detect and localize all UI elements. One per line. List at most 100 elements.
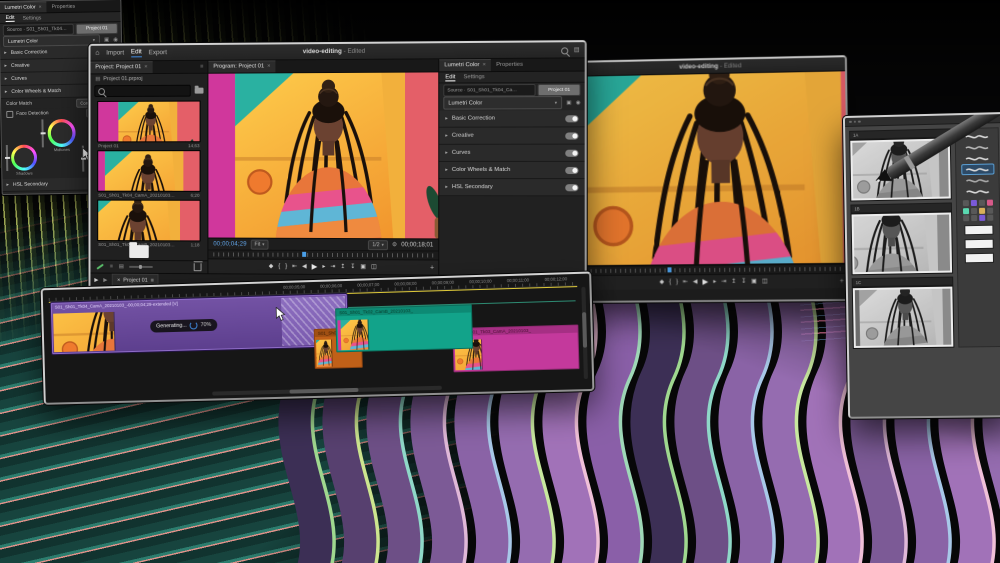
storyboard-frame[interactable] <box>852 286 955 349</box>
playhead-marker[interactable] <box>302 252 306 257</box>
playhead-marker[interactable] <box>668 267 672 272</box>
eye-icon[interactable]: ◉ <box>576 99 581 105</box>
tab-project[interactable]: Project: Project 01 × <box>90 61 152 73</box>
tab-lumetri-color[interactable]: Lumetri Color × <box>439 59 491 71</box>
subtab-edit[interactable]: Edit <box>6 15 15 22</box>
bin-folder-icon[interactable] <box>129 245 148 258</box>
thumbnail-size-slider[interactable] <box>130 266 153 268</box>
add-marker-button[interactable]: ◆ <box>269 264 274 270</box>
tool-icon[interactable] <box>979 215 985 221</box>
add-marker-button[interactable]: ◆ <box>659 279 664 285</box>
comparison-view-button[interactable]: ◫ <box>762 279 768 285</box>
project-file-row[interactable]: ▤ Project 01.prproj <box>90 74 207 85</box>
step-back-button[interactable]: ◀ <box>302 264 307 270</box>
subtab-edit[interactable]: Edit <box>445 74 455 81</box>
color-swatch[interactable] <box>964 253 993 264</box>
midtones-wheel[interactable] <box>47 119 75 147</box>
panel-menu-icon[interactable]: ≡ <box>151 277 154 283</box>
play-button[interactable]: ▶ <box>702 278 708 286</box>
zoom-level-dropdown[interactable]: Fit▾ <box>251 239 269 249</box>
close-icon[interactable]: × <box>117 277 120 283</box>
tool-icon[interactable] <box>971 215 977 221</box>
step-back-button[interactable]: ◀ <box>693 279 698 285</box>
go-to-in-button[interactable]: ⇤ <box>683 279 688 285</box>
play-button[interactable]: ▶ <box>312 263 318 271</box>
search-input[interactable] <box>94 85 190 97</box>
toggle-switch[interactable] <box>565 166 578 173</box>
close-icon[interactable]: × <box>483 62 486 68</box>
mark-in-button[interactable]: { <box>278 264 280 270</box>
shadows-wheel[interactable] <box>11 144 37 170</box>
toggle-switch[interactable] <box>565 184 578 191</box>
menu-import[interactable]: Import <box>106 50 124 57</box>
mark-out-button[interactable]: } <box>676 279 678 285</box>
project-item[interactable]: S01_Sh01_Tk06_CamB_20210103…1;18 <box>97 200 200 248</box>
menu-edit[interactable]: Edit <box>131 48 142 57</box>
track-select-tool-icon[interactable]: ▶ <box>103 277 107 283</box>
color-swatch[interactable] <box>964 225 993 236</box>
go-to-out-button[interactable]: ⇥ <box>330 264 335 270</box>
mark-out-button[interactable]: } <box>285 264 287 270</box>
subtab-settings[interactable]: Settings <box>23 15 42 21</box>
step-forward-button[interactable]: ▸ <box>713 279 716 285</box>
source-clip-segment[interactable]: Source · S01_Sh01_Tk04_Ca… <box>443 84 535 97</box>
horizontal-scrollbar[interactable] <box>212 386 442 396</box>
trash-icon[interactable] <box>194 263 202 271</box>
tab-properties[interactable]: Properties <box>491 59 528 71</box>
export-frame-button[interactable]: ▣ <box>360 264 366 270</box>
icon-view-icon[interactable]: ▤ <box>119 264 124 270</box>
home-icon[interactable]: ⌂ <box>95 50 99 57</box>
section-basic-correction[interactable]: ▸ Basic Correction <box>439 110 584 128</box>
tab-lumetri-color[interactable]: Lumetri Color× <box>0 1 47 13</box>
go-to-out-button[interactable]: ⇥ <box>721 279 726 285</box>
project-item[interactable]: Project 0114;63 <box>97 101 200 149</box>
section-color-wheels-match[interactable]: ▸ Color Wheels & Match <box>439 162 584 179</box>
color-swatch[interactable] <box>964 239 993 250</box>
playback-resolution-dropdown[interactable]: 1/2▾ <box>368 240 388 250</box>
shadows-slider[interactable] <box>6 145 8 171</box>
export-frame-button[interactable]: ▣ <box>751 279 757 285</box>
step-forward-button[interactable]: ▸ <box>322 264 325 270</box>
midtones-slider[interactable] <box>41 119 43 147</box>
storyboard-frame[interactable] <box>851 211 954 275</box>
tab-program[interactable]: Program: Project 01 × <box>208 60 275 72</box>
section-curves[interactable]: ▸ Curves <box>439 145 584 162</box>
edit-icon[interactable] <box>96 264 103 270</box>
toggle-switch[interactable] <box>565 149 578 156</box>
toggle-switch[interactable] <box>565 132 578 139</box>
preset-dropdown[interactable]: Lumetri Color ▾ <box>443 96 562 110</box>
extract-button[interactable]: ↧ <box>741 279 746 285</box>
mark-in-button[interactable]: { <box>669 279 671 285</box>
extract-button[interactable]: ↧ <box>350 264 355 270</box>
lift-button[interactable]: ↥ <box>340 264 345 270</box>
close-icon[interactable]: × <box>267 63 270 69</box>
tool-icon[interactable] <box>987 215 994 221</box>
preset-dropdown[interactable]: Lumetri Color ▾ <box>3 34 100 47</box>
search-icon[interactable] <box>561 47 568 54</box>
timeline-clip-extended[interactable]: S01_Sh01_Tk04_CamA_20210103_-00;00;04;29… <box>51 294 348 354</box>
comparison-view-button[interactable]: ◫ <box>371 264 377 270</box>
section-hsl-secondary[interactable]: ▸ HSL Secondary <box>439 179 584 196</box>
list-view-icon[interactable]: ≡ <box>110 264 113 270</box>
eye-icon[interactable]: ◉ <box>113 37 118 43</box>
close-icon[interactable]: × <box>144 64 147 70</box>
toggle-switch[interactable] <box>565 115 578 122</box>
selection-tool-icon[interactable]: ▶ <box>94 277 98 283</box>
section-creative[interactable]: ▸ Creative <box>439 127 584 144</box>
subtab-settings[interactable]: Settings <box>463 74 484 80</box>
project-item[interactable]: S01_Sh01_Tk04_CamA_20210103…6;20 <box>97 150 200 198</box>
tab-properties[interactable]: Properties <box>46 1 80 13</box>
menu-export[interactable]: Export <box>149 49 167 56</box>
workspace-icon[interactable]: ▤ <box>574 46 580 54</box>
snapshot-icon[interactable]: ▣ <box>104 37 109 43</box>
source-target-segment[interactable]: Project 01 <box>538 84 581 96</box>
new-bin-icon[interactable] <box>195 88 204 94</box>
add-button[interactable]: + <box>840 277 844 284</box>
add-button[interactable]: + <box>430 264 434 271</box>
source-target-segment[interactable]: Project 01 <box>76 23 118 35</box>
close-icon[interactable]: × <box>39 4 42 10</box>
go-to-in-button[interactable]: ⇤ <box>292 264 297 270</box>
vertical-scrollbar[interactable] <box>581 287 588 379</box>
face-detection-checkbox[interactable] <box>6 110 13 117</box>
settings-icon[interactable]: ⚙ <box>392 241 397 248</box>
